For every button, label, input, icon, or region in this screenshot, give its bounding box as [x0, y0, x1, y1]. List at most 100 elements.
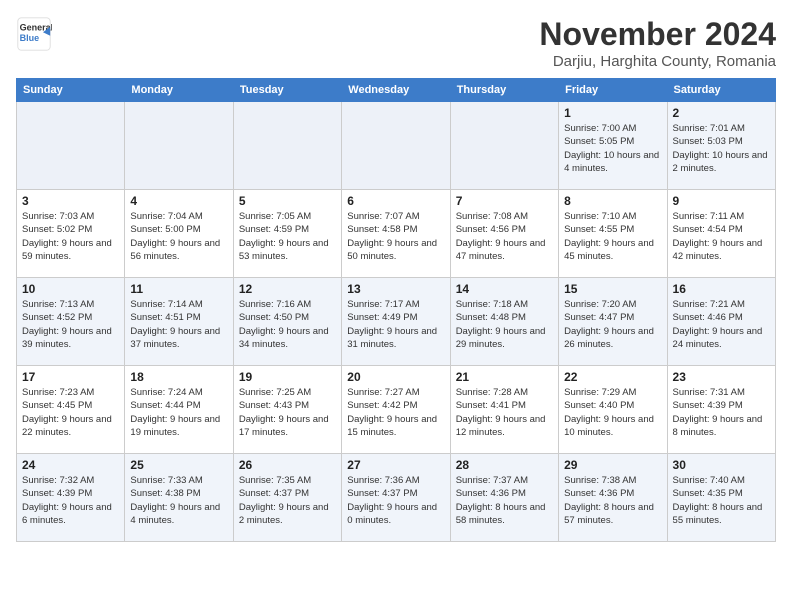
day-info: Sunrise: 7:29 AM Sunset: 4:40 PM Dayligh…	[564, 386, 661, 439]
calendar-cell	[233, 102, 341, 190]
svg-text:Blue: Blue	[20, 33, 40, 43]
header: General Blue November 2024 Darjiu, Hargh…	[16, 16, 776, 70]
day-info: Sunrise: 7:14 AM Sunset: 4:51 PM Dayligh…	[130, 298, 227, 351]
day-number: 30	[673, 458, 770, 472]
weekday-header-row: SundayMondayTuesdayWednesdayThursdayFrid…	[17, 79, 776, 102]
calendar-cell: 8 Sunrise: 7:10 AM Sunset: 4:55 PM Daylig…	[559, 190, 667, 278]
calendar-cell: 22 Sunrise: 7:29 AM Sunset: 4:40 PM Dayli…	[559, 366, 667, 454]
logo-icon: General Blue	[16, 16, 52, 52]
day-number: 24	[22, 458, 119, 472]
calendar-cell: 4 Sunrise: 7:04 AM Sunset: 5:00 PM Daylig…	[125, 190, 233, 278]
calendar-cell: 26 Sunrise: 7:35 AM Sunset: 4:37 PM Dayli…	[233, 454, 341, 542]
calendar-cell: 12 Sunrise: 7:16 AM Sunset: 4:50 PM Dayli…	[233, 278, 341, 366]
day-info: Sunrise: 7:25 AM Sunset: 4:43 PM Dayligh…	[239, 386, 336, 439]
day-number: 3	[22, 194, 119, 208]
month-title: November 2024	[539, 16, 776, 53]
day-number: 10	[22, 282, 119, 296]
calendar-cell: 17Sunrise: 7:23 AM Sunset: 4:45 PM Dayli…	[17, 366, 125, 454]
day-number: 11	[130, 282, 227, 296]
calendar-cell	[342, 102, 450, 190]
day-info: Sunrise: 7:37 AM Sunset: 4:36 PM Dayligh…	[456, 474, 553, 527]
weekday-header-friday: Friday	[559, 79, 667, 102]
calendar-cell: 20Sunrise: 7:27 AM Sunset: 4:42 PM Dayli…	[342, 366, 450, 454]
day-number: 2	[673, 106, 770, 120]
day-info: Sunrise: 7:40 AM Sunset: 4:35 PM Dayligh…	[673, 474, 770, 527]
day-info: Sunrise: 7:38 AM Sunset: 4:36 PM Dayligh…	[564, 474, 661, 527]
day-number: 13	[347, 282, 444, 296]
calendar-cell: 3 Sunrise: 7:03 AM Sunset: 5:02 PM Daylig…	[17, 190, 125, 278]
week-row-2: 3 Sunrise: 7:03 AM Sunset: 5:02 PM Daylig…	[17, 190, 776, 278]
day-number: 16	[673, 282, 770, 296]
day-info: Sunrise: 7:04 AM Sunset: 5:00 PM Dayligh…	[130, 210, 227, 263]
day-info: Sunrise: 7:32 AM Sunset: 4:39 PM Dayligh…	[22, 474, 119, 527]
day-number: 4	[130, 194, 227, 208]
day-number: 5	[239, 194, 336, 208]
day-info: Sunrise: 7:01 AM Sunset: 5:03 PM Dayligh…	[673, 122, 770, 175]
day-number: 25	[130, 458, 227, 472]
day-number: 23	[673, 370, 770, 384]
day-info: Sunrise: 7:31 AM Sunset: 4:39 PM Dayligh…	[673, 386, 770, 439]
title-area: November 2024 Darjiu, Harghita County, R…	[539, 16, 776, 70]
calendar-cell: 9Sunrise: 7:11 AM Sunset: 4:54 PM Daylig…	[667, 190, 775, 278]
weekday-header-sunday: Sunday	[17, 79, 125, 102]
day-info: Sunrise: 7:24 AM Sunset: 4:44 PM Dayligh…	[130, 386, 227, 439]
calendar-cell	[450, 102, 558, 190]
day-info: Sunrise: 7:13 AM Sunset: 4:52 PM Dayligh…	[22, 298, 119, 351]
calendar-cell: 23 Sunrise: 7:31 AM Sunset: 4:39 PM Dayli…	[667, 366, 775, 454]
day-number: 8	[564, 194, 661, 208]
day-info: Sunrise: 7:35 AM Sunset: 4:37 PM Dayligh…	[239, 474, 336, 527]
calendar-cell: 18 Sunrise: 7:24 AM Sunset: 4:44 PM Dayli…	[125, 366, 233, 454]
day-info: Sunrise: 7:21 AM Sunset: 4:46 PM Dayligh…	[673, 298, 770, 351]
day-info: Sunrise: 7:05 AM Sunset: 4:59 PM Dayligh…	[239, 210, 336, 263]
weekday-header-tuesday: Tuesday	[233, 79, 341, 102]
location-title: Darjiu, Harghita County, Romania	[539, 53, 776, 70]
calendar-cell: 21Sunrise: 7:28 AM Sunset: 4:41 PM Dayli…	[450, 366, 558, 454]
day-number: 1	[564, 106, 661, 120]
calendar-cell	[17, 102, 125, 190]
day-number: 7	[456, 194, 553, 208]
day-info: Sunrise: 7:07 AM Sunset: 4:58 PM Dayligh…	[347, 210, 444, 263]
calendar-cell: 24 Sunrise: 7:32 AM Sunset: 4:39 PM Dayli…	[17, 454, 125, 542]
day-number: 26	[239, 458, 336, 472]
calendar-cell: 11 Sunrise: 7:14 AM Sunset: 4:51 PM Dayli…	[125, 278, 233, 366]
week-row-3: 10 Sunrise: 7:13 AM Sunset: 4:52 PM Dayli…	[17, 278, 776, 366]
calendar-cell: 27 Sunrise: 7:36 AM Sunset: 4:37 PM Dayli…	[342, 454, 450, 542]
day-info: Sunrise: 7:36 AM Sunset: 4:37 PM Dayligh…	[347, 474, 444, 527]
calendar-cell: 7 Sunrise: 7:08 AM Sunset: 4:56 PM Daylig…	[450, 190, 558, 278]
calendar-cell: 14Sunrise: 7:18 AM Sunset: 4:48 PM Dayli…	[450, 278, 558, 366]
day-number: 27	[347, 458, 444, 472]
day-number: 29	[564, 458, 661, 472]
day-info: Sunrise: 7:03 AM Sunset: 5:02 PM Dayligh…	[22, 210, 119, 263]
calendar-cell: 29 Sunrise: 7:38 AM Sunset: 4:36 PM Dayli…	[559, 454, 667, 542]
day-info: Sunrise: 7:16 AM Sunset: 4:50 PM Dayligh…	[239, 298, 336, 351]
calendar-cell: 5 Sunrise: 7:05 AM Sunset: 4:59 PM Daylig…	[233, 190, 341, 278]
calendar-cell: 19 Sunrise: 7:25 AM Sunset: 4:43 PM Dayli…	[233, 366, 341, 454]
day-info: Sunrise: 7:23 AM Sunset: 4:45 PM Dayligh…	[22, 386, 119, 439]
day-number: 12	[239, 282, 336, 296]
day-info: Sunrise: 7:11 AM Sunset: 4:54 PM Dayligh…	[673, 210, 770, 263]
calendar-cell: 30 Sunrise: 7:40 AM Sunset: 4:35 PM Dayli…	[667, 454, 775, 542]
calendar-cell: 13Sunrise: 7:17 AM Sunset: 4:49 PM Dayli…	[342, 278, 450, 366]
calendar-cell: 16 Sunrise: 7:21 AM Sunset: 4:46 PM Dayli…	[667, 278, 775, 366]
day-info: Sunrise: 7:27 AM Sunset: 4:42 PM Dayligh…	[347, 386, 444, 439]
week-row-4: 17Sunrise: 7:23 AM Sunset: 4:45 PM Dayli…	[17, 366, 776, 454]
day-info: Sunrise: 7:20 AM Sunset: 4:47 PM Dayligh…	[564, 298, 661, 351]
day-number: 19	[239, 370, 336, 384]
day-number: 28	[456, 458, 553, 472]
calendar-cell: 10 Sunrise: 7:13 AM Sunset: 4:52 PM Dayli…	[17, 278, 125, 366]
day-number: 14	[456, 282, 553, 296]
calendar-cell: 6Sunrise: 7:07 AM Sunset: 4:58 PM Daylig…	[342, 190, 450, 278]
calendar-cell: 15 Sunrise: 7:20 AM Sunset: 4:47 PM Dayli…	[559, 278, 667, 366]
day-info: Sunrise: 7:08 AM Sunset: 4:56 PM Dayligh…	[456, 210, 553, 263]
day-number: 18	[130, 370, 227, 384]
week-row-5: 24 Sunrise: 7:32 AM Sunset: 4:39 PM Dayli…	[17, 454, 776, 542]
calendar-cell: 1Sunrise: 7:00 AM Sunset: 5:05 PM Daylig…	[559, 102, 667, 190]
day-info: Sunrise: 7:10 AM Sunset: 4:55 PM Dayligh…	[564, 210, 661, 263]
day-info: Sunrise: 7:33 AM Sunset: 4:38 PM Dayligh…	[130, 474, 227, 527]
day-number: 15	[564, 282, 661, 296]
weekday-header-wednesday: Wednesday	[342, 79, 450, 102]
weekday-header-thursday: Thursday	[450, 79, 558, 102]
calendar-cell: 28 Sunrise: 7:37 AM Sunset: 4:36 PM Dayli…	[450, 454, 558, 542]
calendar-cell: 2 Sunrise: 7:01 AM Sunset: 5:03 PM Daylig…	[667, 102, 775, 190]
day-number: 22	[564, 370, 661, 384]
